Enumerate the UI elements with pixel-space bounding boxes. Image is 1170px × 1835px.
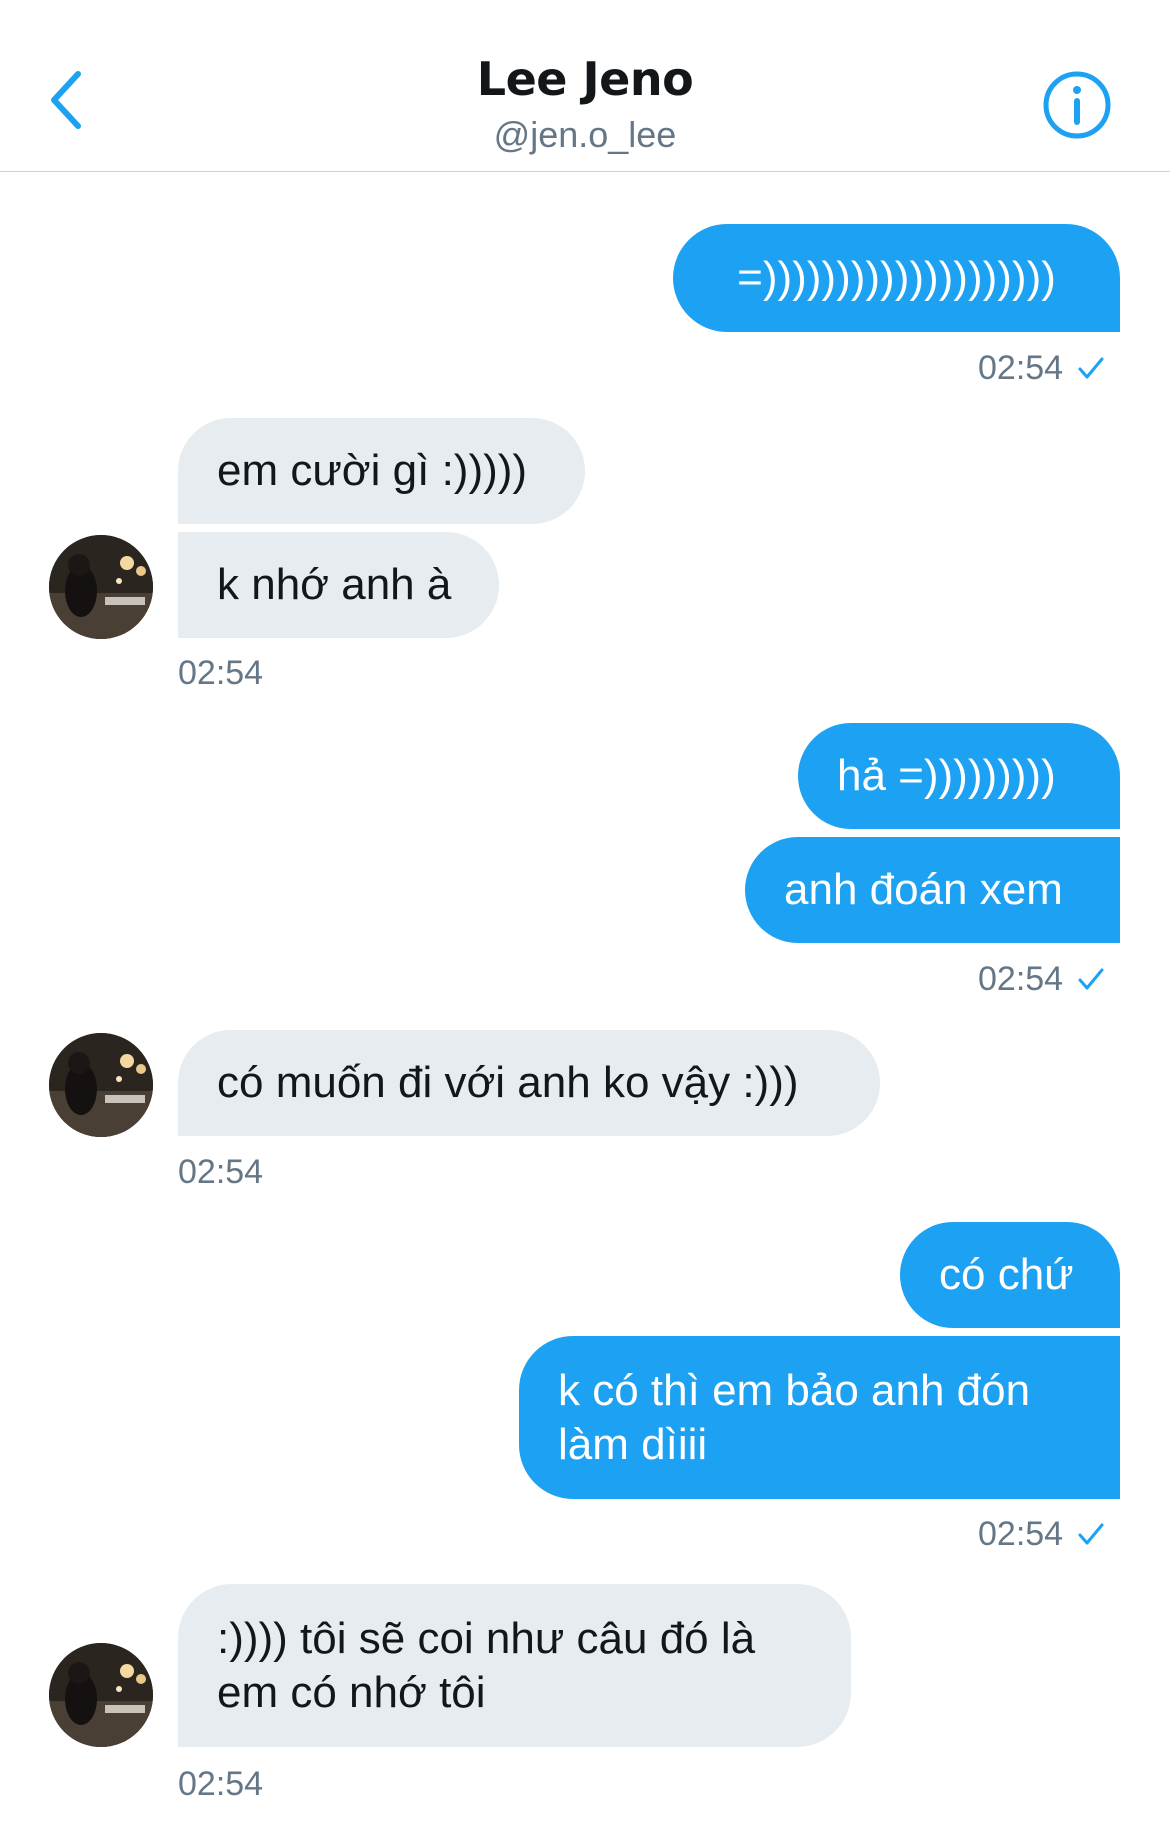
outgoing-message[interactable]: có chứ [900, 1222, 1120, 1328]
message-text: hả =))))))))) [837, 751, 1056, 800]
message-text: có muốn đi với anh ko vậy :))) [217, 1058, 799, 1107]
checkmark-icon [1077, 355, 1105, 381]
dm-conversation-screen: Lee Jeno @jen.o_lee =)))))))))))))))))))… [0, 0, 1170, 1835]
message-timestamp: 02:54 [178, 654, 264, 692]
message-text: k nhớ anh à [217, 560, 452, 609]
outgoing-message[interactable]: anh đoán xem [745, 837, 1120, 943]
conversation-title-block[interactable]: Lee Jeno @jen.o_lee [0, 48, 1170, 158]
conversation-info-button[interactable] [1038, 66, 1116, 144]
message-timestamp: 02:54 [978, 959, 1105, 999]
message-timestamp: 02:54 [178, 1153, 264, 1191]
contact-handle: @jen.o_lee [493, 114, 677, 155]
contact-name: Lee Jeno [476, 52, 694, 106]
message-text: k có thì em bảo anh đón làm dìiii [558, 1365, 1031, 1469]
message-timestamp: 02:54 [178, 1765, 264, 1803]
incoming-message[interactable]: em cười gì :))))) [178, 418, 585, 524]
message-text: :)))) tôi sẽ coi như câu đó là em có nhớ… [217, 1613, 756, 1717]
user-avatar[interactable] [49, 535, 153, 639]
incoming-message[interactable]: :)))) tôi sẽ coi như câu đó là em có nhớ… [178, 1584, 851, 1747]
incoming-message[interactable]: k nhớ anh à [178, 532, 499, 638]
checkmark-icon [1077, 1521, 1105, 1547]
info-circle-icon [1043, 71, 1111, 139]
checkmark-icon [1077, 966, 1105, 992]
conversation-header: Lee Jeno @jen.o_lee [0, 0, 1170, 172]
message-timestamp: 02:54 [978, 1514, 1105, 1554]
message-timestamp: 02:54 [978, 348, 1105, 388]
user-avatar[interactable] [49, 1643, 153, 1747]
message-text: =)))))))))))))))))))) [737, 253, 1056, 302]
user-avatar[interactable] [49, 1033, 153, 1137]
outgoing-message[interactable]: hả =))))))))) [798, 723, 1120, 829]
message-text: có chứ [939, 1250, 1074, 1299]
incoming-message[interactable]: có muốn đi với anh ko vậy :))) [178, 1030, 880, 1136]
message-text: anh đoán xem [784, 865, 1063, 914]
outgoing-message[interactable]: =)))))))))))))))))))) [673, 224, 1120, 332]
outgoing-message[interactable]: k có thì em bảo anh đón làm dìiii [519, 1336, 1120, 1499]
message-text: em cười gì :))))) [217, 446, 528, 495]
